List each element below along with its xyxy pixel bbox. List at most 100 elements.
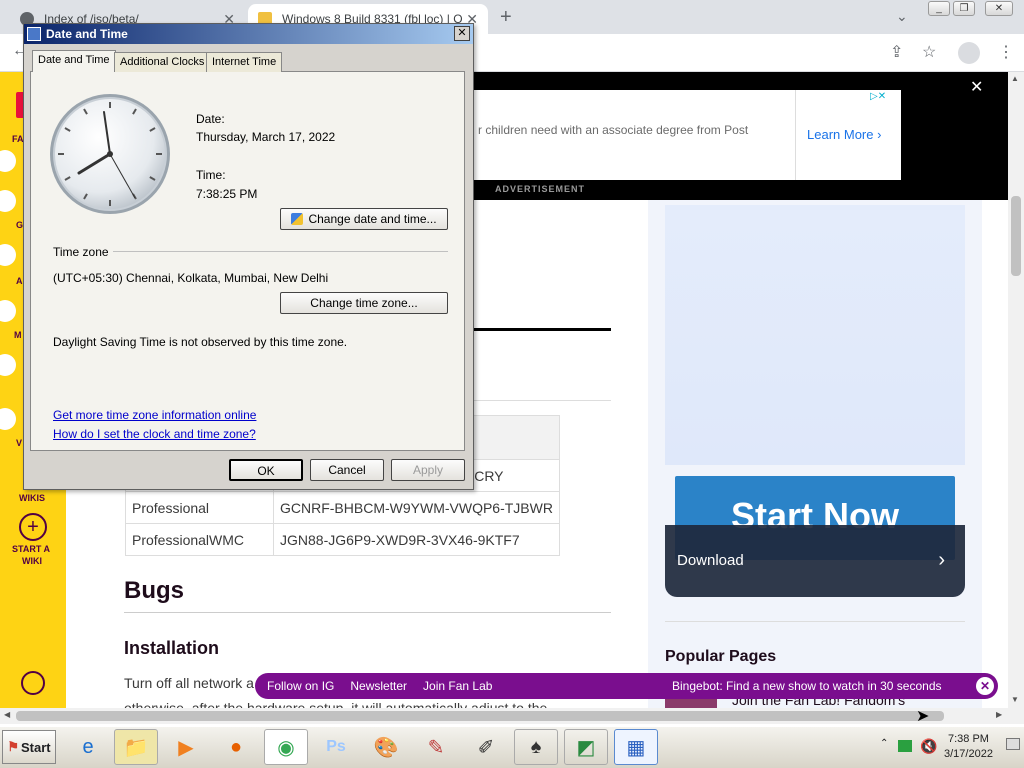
- chevron-right-icon: ›: [938, 549, 945, 571]
- vertical-scrollbar[interactable]: [1008, 72, 1024, 708]
- analog-clock-icon: [50, 94, 170, 214]
- divider: [665, 621, 965, 622]
- mouse-cursor-icon: ➤: [916, 708, 930, 725]
- volume-muted-icon[interactable]: 🔇: [920, 738, 937, 755]
- user-account-icon[interactable]: [21, 671, 45, 695]
- close-ad-icon[interactable]: ✕: [970, 77, 983, 97]
- media-player-icon[interactable]: ▶: [164, 729, 208, 765]
- table-row: ProfessionalWMC JGN88-JG6P9-XWD9R-3VX46-9…: [125, 523, 560, 556]
- snipping-icon[interactable]: ◩: [564, 729, 608, 765]
- ad-label: ADVERTISEMENT: [495, 184, 586, 194]
- time-value: 7:38:25 PM: [196, 187, 258, 201]
- sidebar-label-wikis[interactable]: WIKIS: [19, 493, 45, 503]
- firefox-icon[interactable]: ●: [214, 729, 258, 765]
- body-text: otherwise, after the hardware setup, it …: [124, 700, 548, 708]
- minimize-button[interactable]: _: [928, 1, 950, 16]
- change-time-zone-button[interactable]: Change time zone...: [280, 292, 448, 314]
- ok-button[interactable]: OK: [229, 459, 303, 481]
- start-label: Start: [21, 739, 51, 755]
- learn-more-link[interactable]: Learn More ›: [807, 127, 881, 142]
- download-button[interactable]: Download ›: [665, 525, 965, 597]
- network-icon[interactable]: [898, 740, 912, 752]
- horizontal-scroll-thumb[interactable]: [16, 711, 944, 721]
- scroll-down-icon[interactable]: ▼: [1011, 695, 1019, 704]
- sidebar-label-wiki[interactable]: WIKI: [22, 556, 42, 566]
- sidebar-label: FA: [12, 134, 24, 144]
- key-cell: JGN88-JG6P9-XWD9R-3VX46-9KTF7: [273, 523, 560, 556]
- close-icon[interactable]: ✕: [976, 677, 994, 695]
- bingebot-link[interactable]: Bingebot: Find a new show to watch in 30…: [672, 679, 942, 693]
- set-clock-help-link[interactable]: How do I set the clock and time zone?: [53, 427, 256, 441]
- photoshop-icon[interactable]: Ps: [314, 729, 358, 765]
- scroll-left-icon[interactable]: ◀: [4, 710, 10, 719]
- sidebar-label: A: [16, 276, 23, 286]
- new-tab-button[interactable]: +: [500, 6, 512, 29]
- fan-feed-bar: Follow on IG Newsletter Join Fan Lab Bin…: [255, 673, 998, 699]
- clock-time: 7:38 PM: [947, 733, 989, 745]
- tab-internet-time[interactable]: Internet Time: [206, 52, 283, 72]
- vertical-scroll-thumb[interactable]: [1011, 196, 1021, 276]
- shield-icon: [291, 213, 304, 225]
- adchoices-icon[interactable]: ▷✕: [870, 91, 886, 102]
- windows-explorer-icon[interactable]: 📁: [114, 729, 158, 765]
- sidebar-label: G: [16, 220, 24, 230]
- taskbar-clock[interactable]: 7:38 PM 3/17/2022: [944, 732, 993, 762]
- bugs-heading: Bugs: [124, 577, 184, 604]
- learn-more-label: Learn More: [807, 127, 874, 142]
- internet-explorer-icon[interactable]: e: [66, 729, 110, 765]
- change-date-time-label: Change date and time...: [308, 212, 437, 226]
- ad-text: r children need with an associate degree…: [478, 123, 749, 137]
- chevron-right-icon: ›: [877, 127, 882, 142]
- timezone-value: (UTC+05:30) Chennai, Kolkata, Mumbai, Ne…: [53, 271, 329, 285]
- sidebar-label-start-a[interactable]: START A: [12, 544, 50, 554]
- tab-additional-clocks[interactable]: Additional Clocks: [114, 52, 211, 72]
- divider: [124, 612, 611, 613]
- brushes-icon[interactable]: ✐: [464, 729, 508, 765]
- newsletter-link[interactable]: Newsletter: [350, 679, 407, 693]
- restore-button[interactable]: ❐: [953, 1, 975, 16]
- scroll-up-icon[interactable]: ▲: [1011, 74, 1019, 83]
- ad-divider: [795, 90, 796, 180]
- follow-ig-link[interactable]: Follow on IG: [267, 679, 334, 693]
- menu-kebab-icon[interactable]: ⋮: [998, 42, 1014, 62]
- sidebar-label: M: [14, 330, 22, 340]
- edition-cell: ProfessionalWMC: [125, 523, 274, 556]
- change-date-time-button[interactable]: Change date and time...: [280, 208, 448, 230]
- start-button[interactable]: ⚑ Start: [2, 730, 56, 764]
- solitaire-icon[interactable]: ♠: [514, 729, 558, 765]
- dst-text: Daylight Saving Time is not observed by …: [53, 335, 348, 349]
- profile-avatar[interactable]: [958, 42, 980, 64]
- share-icon[interactable]: ⇪: [890, 42, 903, 62]
- join-fan-lab-link[interactable]: Join Fan Lab: [423, 679, 492, 693]
- show-desktop-icon[interactable]: [1006, 738, 1020, 750]
- start-wiki-plus-icon[interactable]: +: [19, 513, 47, 541]
- dialog-title: Date and Time: [46, 27, 128, 41]
- tab-date-and-time[interactable]: Date and Time: [32, 50, 116, 72]
- cancel-button[interactable]: Cancel: [310, 459, 384, 481]
- divider: [113, 251, 448, 252]
- calendar-clock-icon: [27, 27, 41, 41]
- tab-search-icon[interactable]: ⌄: [896, 8, 908, 25]
- show-hidden-icons-chevron-icon[interactable]: ⌃: [880, 738, 888, 749]
- edition-cell: Professional: [125, 491, 274, 524]
- bookmark-star-icon[interactable]: ☆: [922, 42, 936, 62]
- chrome-icon[interactable]: ◉: [264, 729, 308, 765]
- dialog-title-bar[interactable]: Date and Time: [24, 24, 473, 44]
- ad-placeholder: [665, 205, 965, 465]
- dialog-close-button[interactable]: ✕: [454, 26, 470, 41]
- apply-button[interactable]: Apply: [391, 459, 465, 481]
- scroll-right-icon[interactable]: ▶: [996, 710, 1002, 719]
- date-label: Date:: [196, 112, 225, 126]
- date-time-taskbar-icon[interactable]: ▦: [614, 729, 658, 765]
- popular-pages-heading: Popular Pages: [665, 648, 777, 665]
- close-window-button[interactable]: ✕: [985, 1, 1013, 16]
- pencils-icon[interactable]: ✎: [414, 729, 458, 765]
- screen: Index of /iso/beta/ ✕ Windows 8 Build 83…: [0, 0, 1024, 768]
- timezone-label: Time zone: [53, 245, 109, 259]
- table-row: Professional GCNRF-BHBCM-W9YWM-VWQP6-TJBW…: [125, 491, 560, 524]
- timezone-info-link[interactable]: Get more time zone information online: [53, 408, 256, 422]
- body-text: Turn off all network a: [124, 675, 254, 691]
- windows-flag-icon: ⚑: [7, 739, 20, 754]
- paint-palette-icon[interactable]: 🎨: [364, 729, 408, 765]
- installation-heading: Installation: [124, 638, 220, 658]
